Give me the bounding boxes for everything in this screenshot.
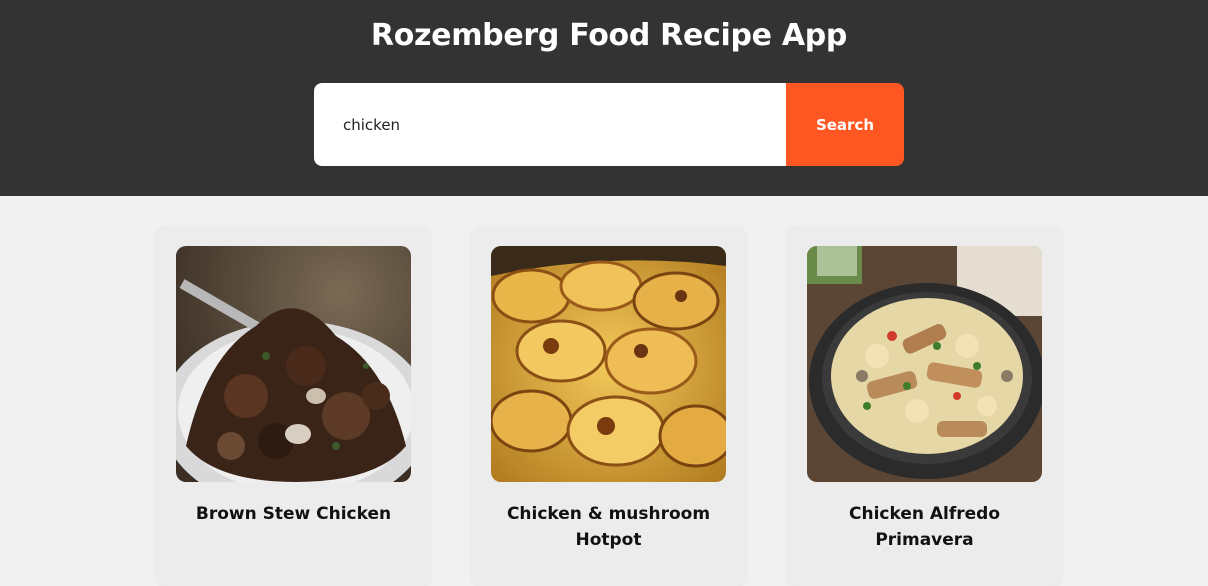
search-input[interactable] [314,83,786,166]
recipe-title: Chicken & mushroom Hotpot [506,504,711,550]
search-form: Search [314,83,904,166]
recipe-title: Chicken Alfredo Primavera [848,504,1001,550]
recipe-image[interactable] [176,246,411,482]
recipe-title: Brown Stew Chicken [195,504,392,524]
recipe-image[interactable] [491,246,726,482]
recipe-card-brown-stew-chicken[interactable]: Brown Stew Chicken [156,226,431,586]
search-button[interactable]: Search [786,83,904,166]
app-title: Rozemberg Food Recipe App [370,18,848,53]
recipe-image[interactable] [807,246,1042,482]
recipe-card-chicken-mushroom-hotpot[interactable]: Chicken & mushroom Hotpot [471,226,746,586]
recipe-card-chicken-alfredo-primavera[interactable]: Chicken Alfredo Primavera [787,226,1062,586]
app-header: Rozemberg Food Recipe App Search [0,0,1208,196]
